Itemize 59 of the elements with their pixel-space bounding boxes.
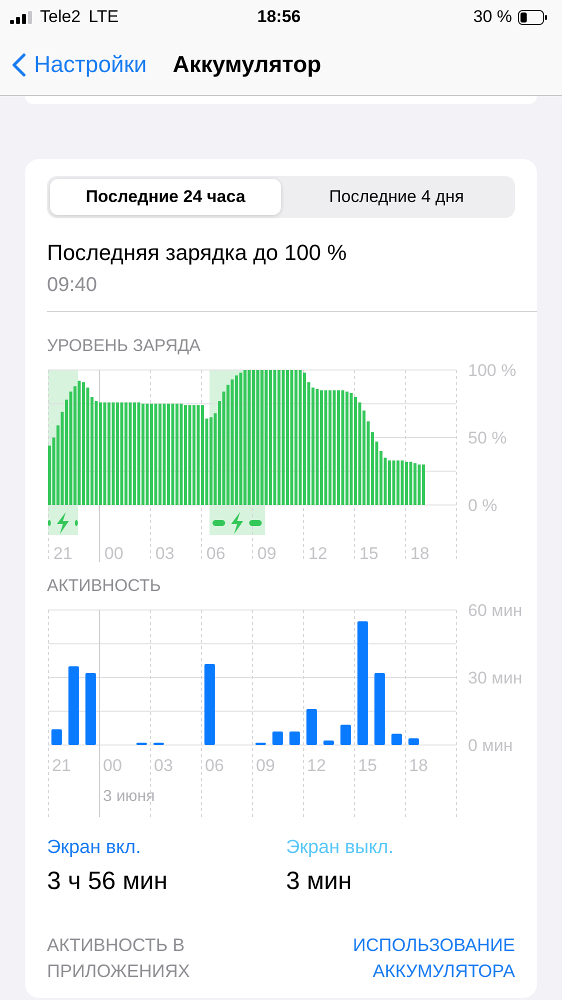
page-title: Аккумулятор [172,51,322,78]
period-tab[interactable]: Последние 4 дня [281,179,512,215]
axis-label: 18 [409,756,428,775]
axis-label: 15 [359,544,378,562]
charging-icon [212,512,262,534]
period-tab[interactable]: Последние 24 часа [50,179,281,215]
charging-icon [48,512,78,534]
axis-label: 09 [257,544,276,562]
axis-label: 06 [206,544,226,562]
activity-bar [255,742,266,745]
activity-bar [391,734,402,745]
activity-bar [323,740,334,745]
activity-bar [272,732,283,745]
activity-bar [408,738,419,745]
axis-label: 0 мин [468,736,513,755]
axis-label: 0 % [468,496,498,515]
network-type: LTE [88,7,119,27]
axis-label: 100 % [468,362,516,380]
usage-value: 3 мин [286,867,353,896]
last-charge-time: 09:40 [47,274,98,297]
battery-percent: 30 % [473,7,512,27]
axis-label: 09 [256,756,275,775]
activity-bar [374,673,385,745]
activity-bar [340,724,351,745]
clock: 18:56 [257,7,301,27]
axis-label: 30 мин [468,668,522,688]
activity-bar [306,709,317,745]
axis-label: 00 [104,544,124,562]
axis-label: 60 мин [468,602,522,620]
battery-icon [518,10,548,24]
axis-label: 00 [103,756,122,775]
axis-label: 03 [155,544,174,562]
axis-label: 18 [410,544,430,562]
axis-label: 50 % [468,428,507,448]
chart-title: АКТИВНОСТЬ [47,576,162,596]
signal-icon [10,10,32,24]
usage-label: Экран вкл. [47,837,142,859]
back-chevron-icon [12,52,26,76]
activity-bar [85,673,96,745]
chart-title: УРОВЕНЬ ЗАРЯДА [47,336,202,356]
usage-label: Экран выкл. [286,837,395,859]
battery-usage-link[interactable]: ИСПОЛЬЗОВАНИЕ АККУМУЛЯТОРА [315,932,515,984]
back-link[interactable]: Настройки [12,51,147,78]
axis-label: 06 [205,756,224,775]
usage-value: 3 ч 56 мин [47,867,169,896]
section-title: АКТИВНОСТЬ В ПРИЛОЖЕНИЯХ [47,934,191,983]
axis-label: 21 [53,544,72,562]
activity-bar [136,742,147,745]
axis-label: 12 [307,756,326,775]
carrier-name: Tele2 [40,7,81,27]
axis-label: 21 [52,756,71,775]
date-label: 3 июня [103,788,155,805]
activity-bar [153,742,164,745]
activity-bar [289,732,300,745]
last-charge-title: Последняя зарядка до 100 % [47,240,348,266]
axis-label: 12 [308,544,328,562]
axis-label: 15 [358,756,377,775]
axis-label: 03 [154,756,173,775]
activity-bar [51,729,62,745]
